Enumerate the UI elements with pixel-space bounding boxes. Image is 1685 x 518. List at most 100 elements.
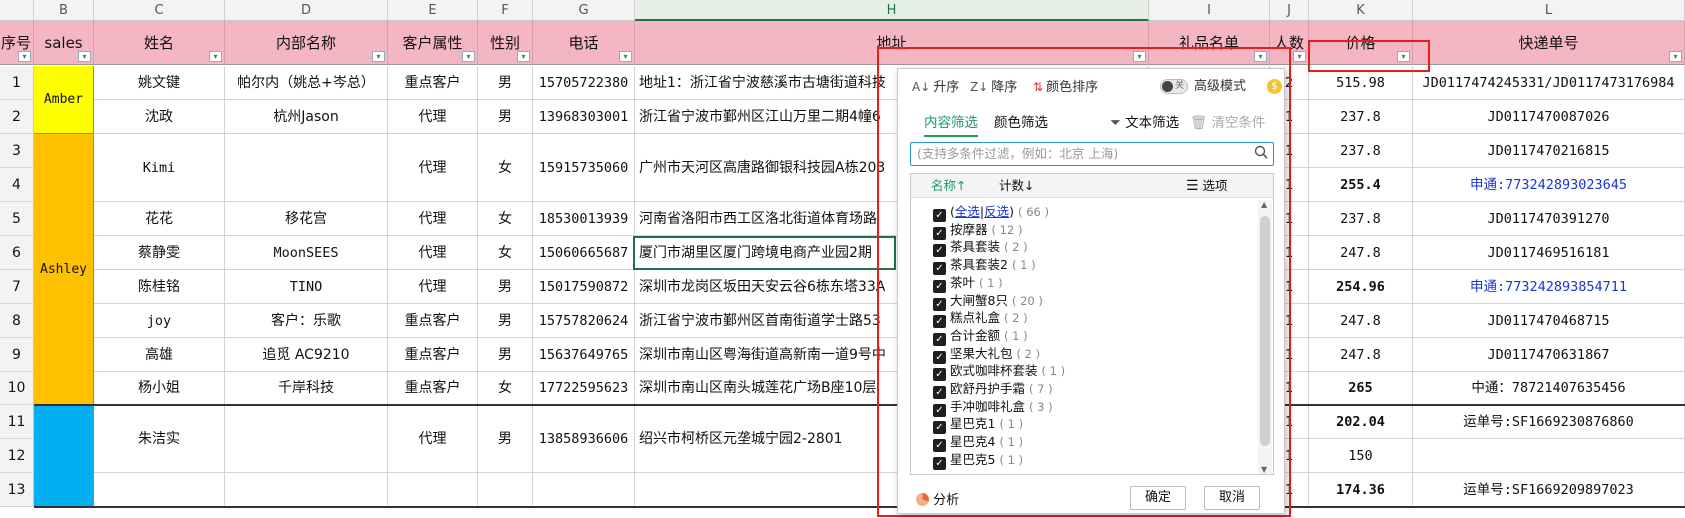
cell-phone[interactable]: 15060665687 xyxy=(533,236,635,270)
filter-dropdown-icon[interactable]: ▾ xyxy=(619,51,632,62)
row-number[interactable]: 1 xyxy=(0,66,34,100)
cell-internal[interactable]: 移花宫 xyxy=(225,202,388,236)
cell-internal[interactable]: 杭州Jason xyxy=(225,100,388,134)
cell-gender[interactable]: 女 xyxy=(478,134,533,202)
cell-price[interactable]: 202.04 xyxy=(1309,405,1413,439)
filter-list-item[interactable]: ✓ 欧舒丹护手霜( 7 ) xyxy=(933,379,1053,399)
checkbox-checked-icon[interactable]: ✓ xyxy=(933,456,946,470)
column-header-9[interactable]: J xyxy=(1270,0,1309,21)
column-header-6[interactable]: G xyxy=(533,0,635,21)
filter-dropdown-icon[interactable]: ▾ xyxy=(462,51,475,62)
filter-list-item[interactable]: ✓ 星巴克4( 1 ) xyxy=(933,432,1023,453)
filter-dropdown-icon[interactable]: ▾ xyxy=(1254,51,1267,62)
scrollbar-thumb[interactable] xyxy=(1260,216,1270,446)
cell-price[interactable]: 254.96 xyxy=(1309,270,1413,304)
cell-attr[interactable]: 代理 xyxy=(388,100,478,134)
cell-price[interactable]: 265 xyxy=(1309,372,1413,405)
cell-phone[interactable]: 13858936606 xyxy=(533,405,635,473)
cell-gender[interactable]: 男 xyxy=(478,66,533,100)
cell-phone[interactable]: 18530013939 xyxy=(533,202,635,236)
cell-attr[interactable]: 代理 xyxy=(388,405,478,473)
cell-internal[interactable] xyxy=(225,405,388,473)
filter-dropdown-icon[interactable]: ▾ xyxy=(1397,51,1410,62)
cell-tracking[interactable]: 申通:773242893854711 xyxy=(1413,270,1685,304)
cell-attr[interactable]: 重点客户 xyxy=(388,372,478,405)
column-header-4[interactable]: E xyxy=(388,0,478,21)
row-number[interactable]: 8 xyxy=(0,304,34,338)
cell-phone[interactable]: 15017590872 xyxy=(533,270,635,304)
cell-tracking[interactable]: JD0117469516181 xyxy=(1413,236,1685,270)
column-header-8[interactable]: I xyxy=(1149,0,1270,21)
filter-list-item[interactable]: ✓ 星巴克5( 1 ) xyxy=(933,450,1023,470)
filter-dropdown-icon[interactable]: ▾ xyxy=(1133,51,1146,62)
cell-tracking[interactable]: JD0117470216815 xyxy=(1413,134,1685,168)
cell-price[interactable]: 247.8 xyxy=(1309,338,1413,372)
filter-list-item[interactable]: ✓ 欧式咖啡杯套装( 1 ) xyxy=(933,361,1065,382)
corner-cell[interactable] xyxy=(0,0,34,21)
cell-internal[interactable]: 千岸科技 xyxy=(225,372,388,405)
row-number[interactable]: 11 xyxy=(0,405,34,439)
column-header-1[interactable]: B xyxy=(34,0,94,21)
cell-price[interactable]: 237.8 xyxy=(1309,134,1413,168)
search-icon[interactable] xyxy=(1254,145,1268,159)
cell-phone[interactable]: 17722595623 xyxy=(533,372,635,405)
cell-price[interactable]: 174.36 xyxy=(1309,473,1413,507)
cell-name[interactable] xyxy=(94,473,225,507)
text-filter-button[interactable]: ⏷ 文本筛选 xyxy=(1110,113,1179,137)
advanced-mode-toggle[interactable]: 关 xyxy=(1160,79,1188,94)
cell-internal[interactable]: 追觅 AC9210 xyxy=(225,338,388,372)
cell-name[interactable]: 姚文键 xyxy=(94,66,225,100)
select-all-item[interactable]: ✓ (全选|反选)( 66 ) xyxy=(933,202,1049,222)
cell-internal[interactable]: 客户：乐歌 xyxy=(225,304,388,338)
tab-color-filter[interactable]: 颜色筛选 xyxy=(994,113,1048,137)
cell-name[interactable]: 杨小姐 xyxy=(94,372,225,405)
sales-group-cell[interactable]: Amber xyxy=(34,66,94,134)
cell-name[interactable]: 蔡静雯 xyxy=(94,236,225,270)
filter-list-item[interactable]: ✓ 糕点礼盒( 2 ) xyxy=(933,308,1028,329)
scroll-down-arrow-icon[interactable]: ▼ xyxy=(1261,465,1267,474)
column-header-5[interactable]: F xyxy=(478,0,533,21)
cell-phone[interactable]: 13968303001 xyxy=(533,100,635,134)
cell-attr[interactable]: 代理 xyxy=(388,202,478,236)
row-number[interactable]: 6 xyxy=(0,236,34,270)
cell-tracking[interactable]: 运单号:SF1669209897023 xyxy=(1413,473,1685,507)
cell-attr[interactable]: 代理 xyxy=(388,236,478,270)
cell-tracking[interactable]: JD0117470087026 xyxy=(1413,100,1685,134)
filter-dropdown-icon[interactable]: ▾ xyxy=(517,51,530,62)
column-header-11[interactable]: L xyxy=(1413,0,1685,21)
cell-gender[interactable]: 男 xyxy=(478,270,533,304)
filter-dropdown-icon[interactable]: ▾ xyxy=(1669,51,1682,62)
sort-descending-button[interactable]: Z↓ 降序 xyxy=(970,77,1017,97)
cell-attr[interactable]: 重点客户 xyxy=(388,338,478,372)
column-header-3[interactable]: D xyxy=(225,0,388,21)
cell-name[interactable]: 沈政 xyxy=(94,100,225,134)
cell-phone[interactable]: 15637649765 xyxy=(533,338,635,372)
filter-list-item[interactable]: ✓ 茶具套装( 2 ) xyxy=(933,237,1028,258)
select-all-link[interactable]: 全选 xyxy=(955,204,980,219)
cell-phone[interactable]: 15705722380 xyxy=(533,66,635,100)
cell-internal[interactable] xyxy=(225,134,388,202)
cell-gender[interactable]: 男 xyxy=(478,405,533,473)
cell-phone[interactable]: 15757820624 xyxy=(533,304,635,338)
cell-name[interactable]: 高雄 xyxy=(94,338,225,372)
scroll-up-arrow-icon[interactable]: ▲ xyxy=(1261,200,1267,209)
row-number[interactable]: 4 xyxy=(0,168,34,202)
row-number[interactable]: 13 xyxy=(0,473,34,507)
cell-tracking[interactable] xyxy=(1413,439,1685,473)
cell-name[interactable]: joy xyxy=(94,304,225,338)
cell-internal[interactable]: MoonSEES xyxy=(225,236,388,270)
cell-price[interactable]: 255.4 xyxy=(1309,168,1413,202)
cancel-button[interactable]: 取消 xyxy=(1204,486,1260,510)
cell-attr[interactable]: 重点客户 xyxy=(388,66,478,100)
row-number[interactable]: 10 xyxy=(0,372,34,405)
column-header-7[interactable]: H xyxy=(635,0,1149,21)
list-scrollbar[interactable]: ▲ ▼ xyxy=(1258,200,1272,474)
filter-list-item[interactable]: ✓ 茶具套装2( 1 ) xyxy=(933,255,1036,276)
ok-button[interactable]: 确定 xyxy=(1130,486,1186,510)
cell-name[interactable]: 陈桂铭 xyxy=(94,270,225,304)
row-number[interactable]: 3 xyxy=(0,134,34,168)
cell-gender[interactable]: 女 xyxy=(478,372,533,405)
cell-phone[interactable] xyxy=(533,473,635,507)
cell-internal[interactable]: TINO xyxy=(225,270,388,304)
cell-gender[interactable]: 男 xyxy=(478,304,533,338)
